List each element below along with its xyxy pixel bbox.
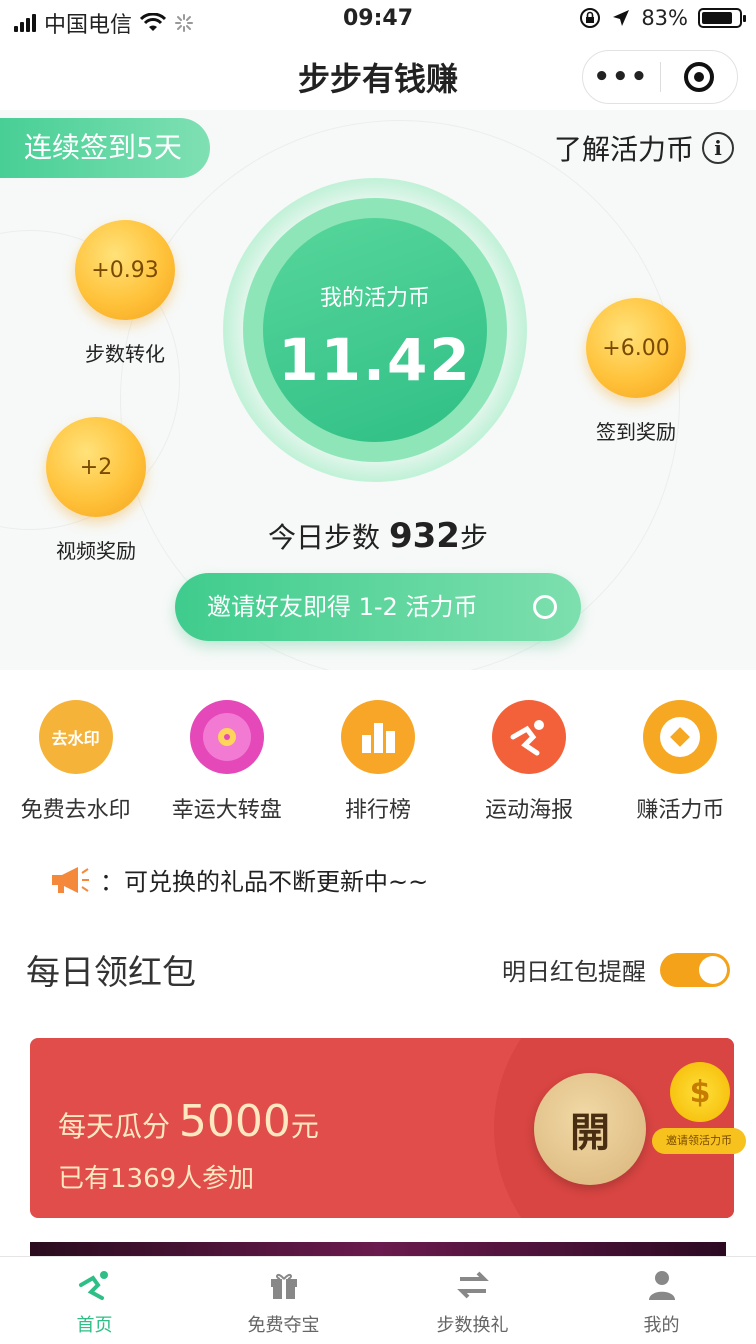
menu-label: 排行榜 — [344, 798, 411, 823]
packet-amount: 5000 — [178, 1096, 291, 1147]
coin-bubble: +6.00 — [586, 298, 686, 398]
tab-label: 步数换礼 — [436, 1315, 509, 1336]
balance-value: 11.42 — [278, 326, 472, 394]
hero-area: 连续签到5天 了解活力币 i +0.93 步数转化 +6.00 签到奖励 +2 … — [0, 110, 756, 670]
megaphone-icon — [52, 866, 89, 893]
menu-free-watermark[interactable]: 去水印 免费去水印 — [0, 700, 151, 824]
bubble-label: 步数转化 — [85, 342, 165, 366]
menu-label: 免费去水印 — [20, 798, 131, 823]
watermark-icon-text: 去水印 — [51, 729, 100, 748]
runner-icon — [492, 700, 567, 774]
menu-label: 赚活力币 — [636, 798, 725, 823]
menu-label: 运动海报 — [485, 798, 574, 823]
today-steps: 今日步数 932步 — [0, 516, 756, 556]
close-miniprogram-button[interactable] — [661, 62, 738, 92]
checkin-badge[interactable]: 连续签到5天 — [0, 118, 210, 178]
tab-step-exchange[interactable]: 步数换礼 — [378, 1257, 567, 1344]
battery-percent: 83% — [641, 6, 688, 30]
remind-row: 明日红包提醒 — [502, 952, 730, 987]
tab-mine[interactable]: 我的 — [567, 1257, 756, 1344]
menu-leaderboard[interactable]: 排行榜 — [302, 700, 453, 824]
invite-coin-tag[interactable]: 邀请领活力币 — [652, 1128, 746, 1154]
target-icon — [683, 62, 714, 92]
menu-sport-poster[interactable]: 运动海报 — [454, 700, 605, 824]
exchange-icon — [455, 1267, 491, 1303]
status-bar: 中国电信 09:47 83% — [0, 0, 756, 40]
wheel-icon — [189, 700, 264, 774]
tab-label: 首页 — [76, 1315, 113, 1336]
announcement-text: ：可兑换的礼品不断更新中~~ — [100, 868, 429, 896]
menu-label: 幸运大转盘 — [171, 798, 282, 823]
tab-home[interactable]: 首页 — [0, 1257, 189, 1344]
remind-toggle[interactable] — [660, 952, 730, 987]
chart-icon — [340, 700, 415, 774]
miniprogram-capsule: ••• — [582, 50, 738, 104]
balance-caption: 我的活力币 — [319, 286, 430, 311]
learn-coin-link[interactable]: 了解活力币 i — [554, 128, 734, 168]
packet-participants: 已有1369人参加 — [58, 1164, 255, 1194]
status-right: 83% — [579, 6, 746, 30]
remind-label: 明日红包提醒 — [502, 958, 646, 986]
tab-label: 免费夺宝 — [247, 1315, 320, 1336]
watermark-icon: 去水印 — [38, 700, 113, 774]
rotation-lock-icon — [580, 8, 601, 28]
steps-prefix: 今日步数 — [268, 521, 381, 554]
bubble-label: 签到奖励 — [596, 420, 676, 444]
gift-icon — [266, 1267, 302, 1303]
coin-bubble: +0.93 — [75, 220, 175, 320]
bubble-checkin-reward[interactable]: +6.00 签到奖励 — [571, 298, 701, 445]
open-packet-button[interactable]: 開 — [534, 1073, 646, 1185]
coin-bubble: +2 — [46, 417, 146, 517]
run-icon — [77, 1267, 113, 1303]
invite-friends-button[interactable]: 邀请好友即得 1-2 活力币 — [175, 573, 581, 641]
section-title-red-packet: 每日领红包 — [26, 953, 196, 993]
menu-earn-coins[interactable]: 赚活力币 — [605, 700, 756, 824]
packet-prefix: 每天瓜分 — [58, 1110, 179, 1143]
invite-label: 邀请好友即得 1-2 活力币 — [207, 593, 478, 621]
learn-coin-label: 了解活力币 — [553, 133, 694, 166]
share-icon — [533, 595, 557, 619]
menu-lucky-wheel[interactable]: 幸运大转盘 — [151, 700, 302, 824]
bubble-step-conversion[interactable]: +0.93 步数转化 — [60, 220, 190, 367]
nav-bar: 步步有钱赚 ••• — [0, 40, 756, 110]
battery-icon — [698, 8, 746, 28]
announcement-bar[interactable]: ：可兑换的礼品不断更新中~~ — [48, 862, 428, 897]
steps-unit: 步 — [459, 521, 488, 554]
info-icon: i — [702, 132, 734, 164]
tab-bar: 首页 免费夺宝 步数换礼 我的 — [0, 1256, 756, 1344]
dollar-coin-icon[interactable]: $ — [670, 1062, 730, 1122]
balance-circle[interactable]: 我的活力币 11.42 — [263, 218, 487, 442]
user-icon — [644, 1267, 680, 1303]
tab-free-lottery[interactable]: 免费夺宝 — [189, 1257, 378, 1344]
more-button[interactable]: ••• — [583, 64, 660, 90]
coin-icon — [643, 700, 718, 774]
steps-value: 932 — [388, 516, 460, 556]
packet-unit: 元 — [290, 1110, 319, 1143]
quick-menu: 去水印 免费去水印 幸运大转盘 排行榜 运动海报 赚活力币 — [0, 700, 756, 824]
battery-level — [702, 12, 732, 24]
packet-headline: 每天瓜分 5000元 — [58, 1096, 319, 1147]
tab-label: 我的 — [643, 1315, 680, 1336]
location-icon — [613, 10, 630, 26]
